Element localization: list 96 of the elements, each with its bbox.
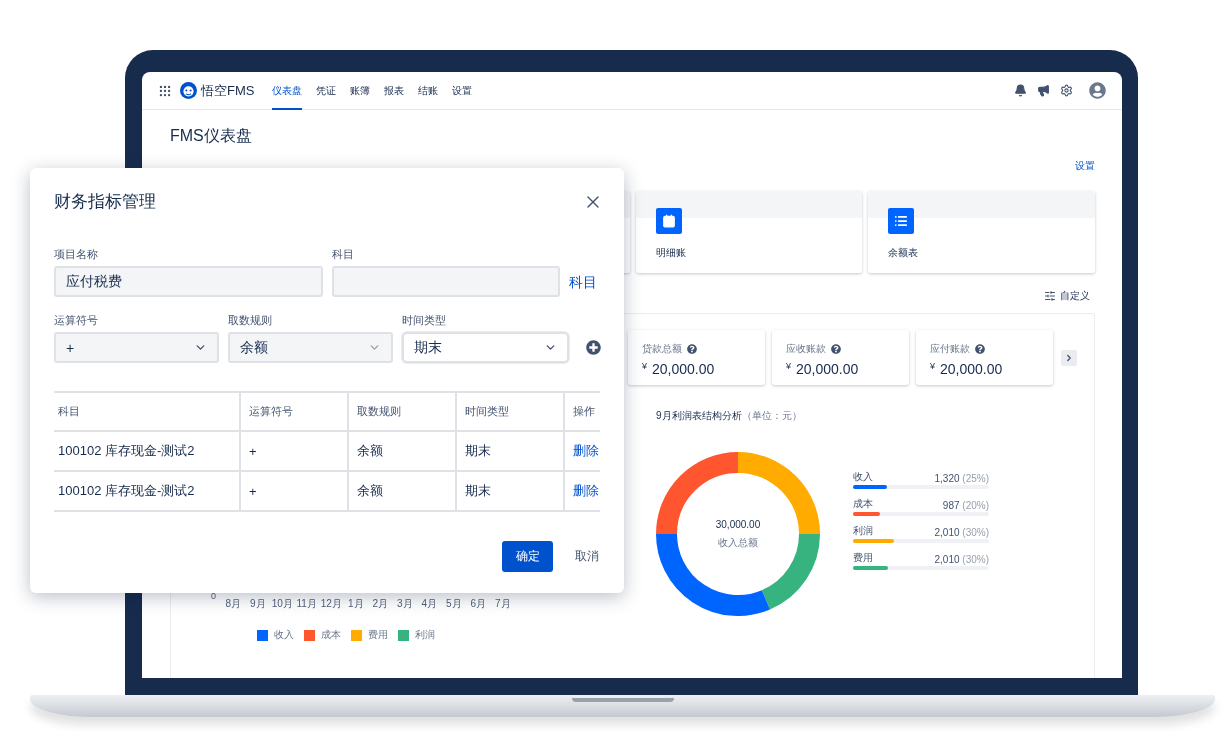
- calendar-icon: [661, 214, 676, 228]
- next-button[interactable]: [1061, 349, 1077, 366]
- metric-label: 贷款总额: [642, 342, 682, 356]
- currency-sign: ¥: [642, 361, 647, 371]
- field-label: 时间类型: [402, 313, 447, 328]
- unit-label: （单位：元）: [741, 409, 802, 423]
- shortcut-label: 余额表: [888, 246, 920, 260]
- confirm-button[interactable]: 确定: [502, 541, 553, 572]
- sliders-icon[interactable]: [1044, 290, 1056, 302]
- shortcut-card[interactable]: 明细账: [635, 191, 863, 273]
- nav-tab[interactable]: 仪表盘: [272, 72, 303, 110]
- settings-icon[interactable]: [1060, 84, 1073, 97]
- axis-tick-label: 7月: [493, 597, 512, 611]
- delete-link[interactable]: 删除: [565, 472, 600, 510]
- axis-tick-label: 2月: [371, 597, 390, 611]
- column-header: 科目: [54, 393, 241, 430]
- axis-tick-label: 3月: [395, 597, 414, 611]
- nav-tab[interactable]: 凭证: [316, 72, 337, 110]
- total-value: 30,000.00: [715, 518, 761, 530]
- cancel-button[interactable]: 取消: [575, 548, 599, 565]
- legend-label: 收入: [274, 628, 294, 642]
- structure-value: 2,010 (30%): [934, 554, 989, 565]
- table-cell: 100102 库存现金-测试2: [54, 472, 241, 510]
- app-name: 悟空FMS: [201, 81, 255, 100]
- column-header: 操作: [572, 404, 596, 419]
- settings-link[interactable]: 设置: [1075, 159, 1095, 173]
- table-cell: 余额: [349, 472, 457, 510]
- table-cell: +: [241, 432, 349, 470]
- chevron-right-icon: [1064, 352, 1074, 363]
- table-cell: 100102 库存现金-测试2: [54, 432, 241, 470]
- logo-icon: [180, 82, 197, 99]
- axis-tick-label: 11月: [295, 597, 318, 611]
- nav-tab[interactable]: 设置: [452, 72, 473, 110]
- axis-tick-label: 4月: [420, 597, 439, 611]
- chart-title: 9月利润表结构分析: [656, 409, 742, 423]
- field-label: 运算符号: [54, 313, 99, 328]
- axis-tick-label: 6月: [469, 597, 488, 611]
- table-cell: +: [241, 472, 349, 510]
- field-label: 项目名称: [54, 247, 99, 262]
- legend-label: 费用: [368, 628, 388, 642]
- metric-value: 20,000.00: [940, 361, 1003, 377]
- field-label: 取数规则: [228, 313, 273, 328]
- metric-value: 20,000.00: [652, 361, 715, 377]
- field-label: 科目: [332, 247, 355, 262]
- structure-value: 1,320 (25%): [934, 473, 989, 484]
- currency-sign: ¥: [930, 361, 935, 371]
- axis-tick-label: 9月: [248, 597, 267, 611]
- input-field[interactable]: 应付税费: [54, 266, 323, 297]
- help-icon[interactable]: [831, 344, 841, 354]
- metric-label: 应收账款: [786, 342, 826, 356]
- legend-label: 利润: [415, 628, 435, 642]
- axis-tick-label: 10月: [270, 597, 294, 611]
- bell-icon[interactable]: [1014, 84, 1027, 97]
- shortcut-card[interactable]: 余额表: [868, 191, 1095, 273]
- help-icon[interactable]: [975, 344, 985, 354]
- axis-tick-label: 1月: [346, 597, 365, 611]
- structure-label: 收入: [853, 470, 873, 484]
- metric-label: 应付账款: [930, 342, 970, 356]
- structure-label: 利润: [853, 524, 873, 538]
- avatar-icon[interactable]: [1089, 82, 1106, 99]
- legend-label: 成本: [321, 628, 341, 642]
- axis-tick-label: 5月: [444, 597, 463, 611]
- nav-tab[interactable]: 报表: [384, 72, 405, 110]
- subject-link[interactable]: 科目: [569, 274, 597, 292]
- input-field[interactable]: [332, 266, 560, 297]
- add-button[interactable]: [586, 340, 601, 355]
- column-header: 时间类型: [457, 393, 565, 430]
- delete-link[interactable]: 删除: [565, 432, 600, 470]
- list-icon: [894, 214, 909, 228]
- nav-tab[interactable]: 账簿: [350, 72, 371, 110]
- select-field[interactable]: 余额: [228, 332, 393, 363]
- metric-value: 20,000.00: [796, 361, 859, 377]
- table-cell: 期末: [457, 432, 565, 470]
- help-icon[interactable]: [687, 344, 697, 354]
- dialog-title: 财务指标管理: [54, 191, 156, 213]
- select-field[interactable]: +: [54, 332, 219, 363]
- shortcut-label: 明细账: [655, 246, 687, 260]
- nav-tab[interactable]: 结账: [418, 72, 439, 110]
- table-cell: 期末: [457, 472, 565, 510]
- structure-label: 费用: [853, 551, 873, 565]
- axis-tick-label: 0: [211, 591, 217, 601]
- axis-tick-label: 12月: [319, 597, 343, 611]
- structure-label: 成本: [853, 497, 873, 511]
- select-field[interactable]: 期末: [402, 332, 569, 363]
- currency-sign: ¥: [786, 361, 791, 371]
- structure-value: 987 (20%): [942, 500, 989, 511]
- page-title: FMS仪表盘: [170, 126, 253, 146]
- column-header: 运算符号: [241, 393, 349, 430]
- structure-value: 2,010 (30%): [934, 527, 989, 538]
- customize-link[interactable]: 自定义: [1060, 289, 1090, 303]
- axis-tick-label: 8月: [224, 597, 243, 611]
- total-label: 收入总额: [718, 535, 758, 550]
- table-cell: 余额: [349, 432, 457, 470]
- column-header: 取数规则: [349, 393, 457, 430]
- apps-grid-icon[interactable]: [158, 83, 172, 98]
- megaphone-icon[interactable]: [1037, 84, 1050, 97]
